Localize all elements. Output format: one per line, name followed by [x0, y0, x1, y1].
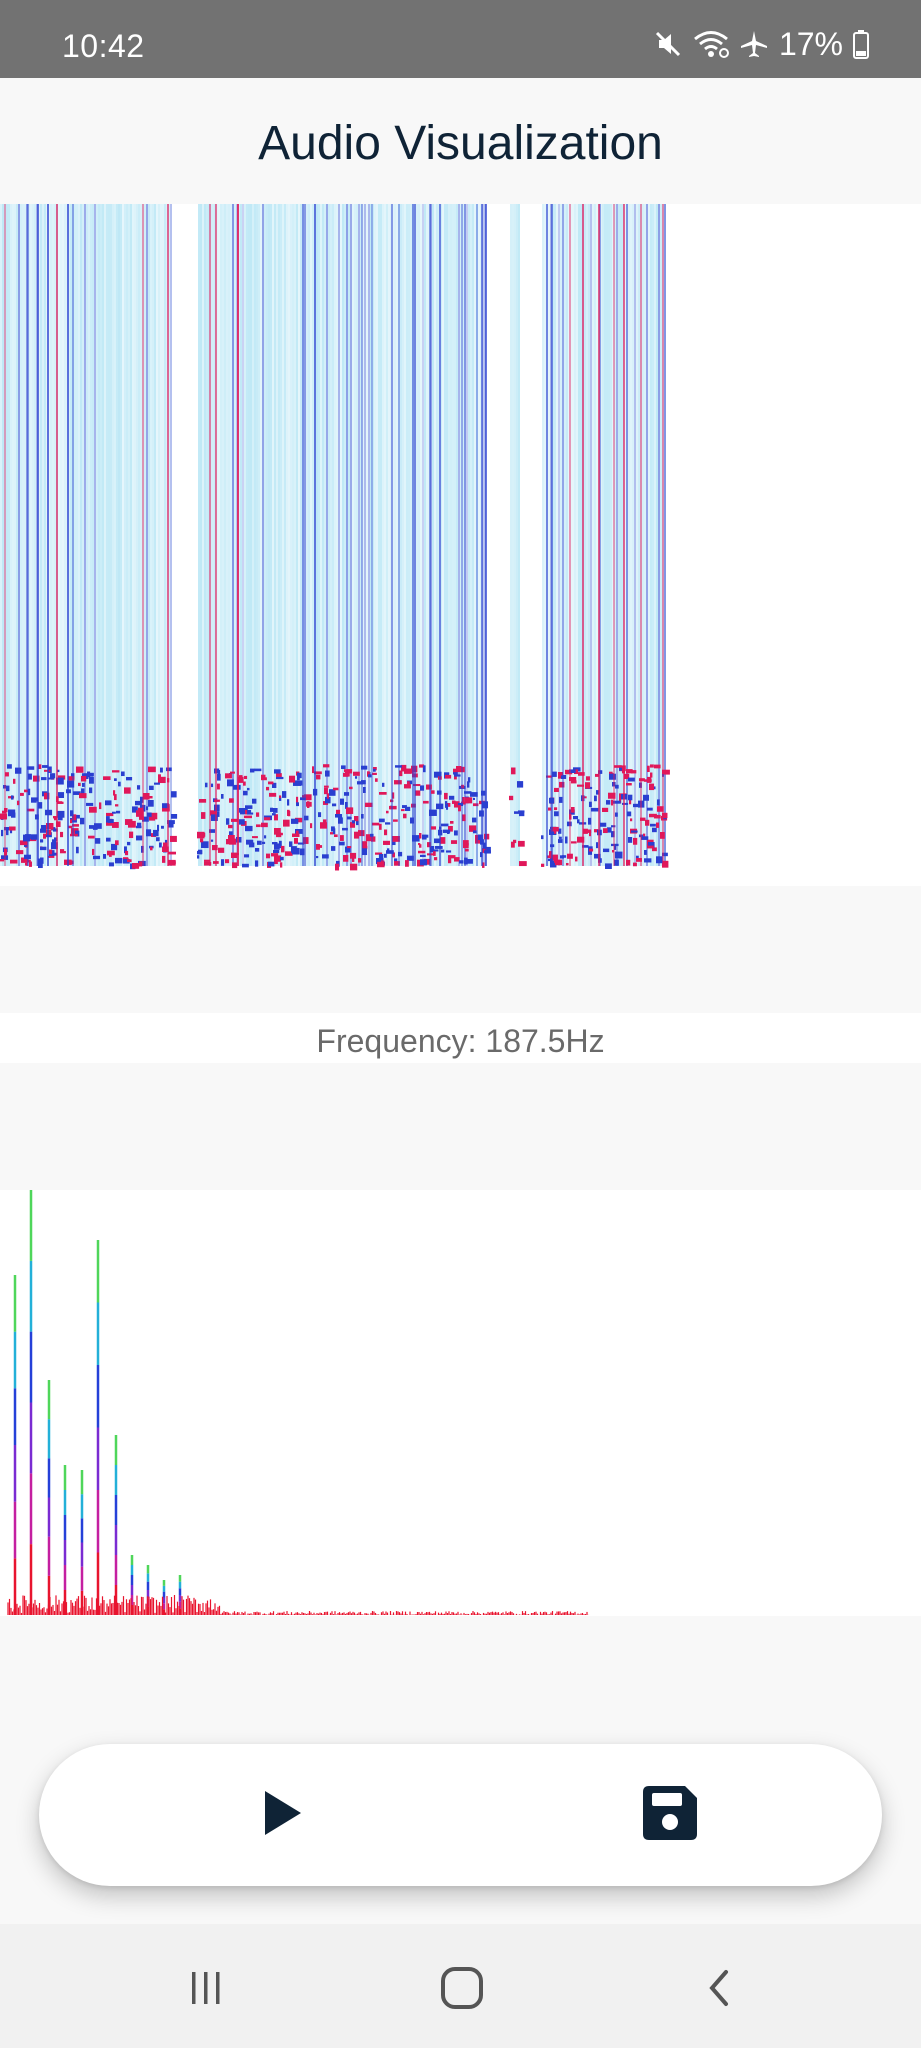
play-button[interactable]: [249, 1782, 315, 1848]
save-button[interactable]: [637, 1782, 703, 1848]
battery-icon: [853, 29, 869, 59]
battery-percent: 17%: [778, 25, 843, 62]
frequency-label: Frequency: 187.5Hz: [316, 1023, 605, 1059]
status-icons: 17%: [653, 26, 869, 62]
status-time: 10:42: [62, 28, 145, 64]
app-bar: Audio Visualization: [0, 78, 921, 204]
wifi-icon: [693, 29, 729, 59]
page-title: Audio Visualization: [258, 117, 663, 170]
spacer: [0, 1063, 921, 1190]
status-bar: 10:42 17%: [0, 0, 921, 78]
recent-apps-icon: [186, 1968, 226, 2013]
play-icon: [261, 1789, 303, 1842]
airplane-icon: [739, 29, 769, 59]
frequency-row: Frequency: 187.5Hz: [0, 1013, 921, 1063]
back-icon: [700, 1968, 740, 2013]
playback-controls: [39, 1744, 882, 1886]
back-button[interactable]: [690, 1960, 750, 2020]
save-icon: [641, 1784, 699, 1847]
spectrogram-panel: [0, 204, 921, 886]
spectrogram-image: [0, 204, 670, 871]
mute-icon: [653, 29, 683, 59]
home-button[interactable]: [432, 1960, 492, 2020]
home-icon: [439, 1965, 485, 2016]
recent-apps-button[interactable]: [176, 1960, 236, 2020]
frequency-spectrum-image: [7, 1190, 590, 1615]
spectrum-panel: [0, 1190, 921, 1616]
system-nav-bar: [0, 1924, 921, 2048]
spacer: [0, 886, 921, 1013]
